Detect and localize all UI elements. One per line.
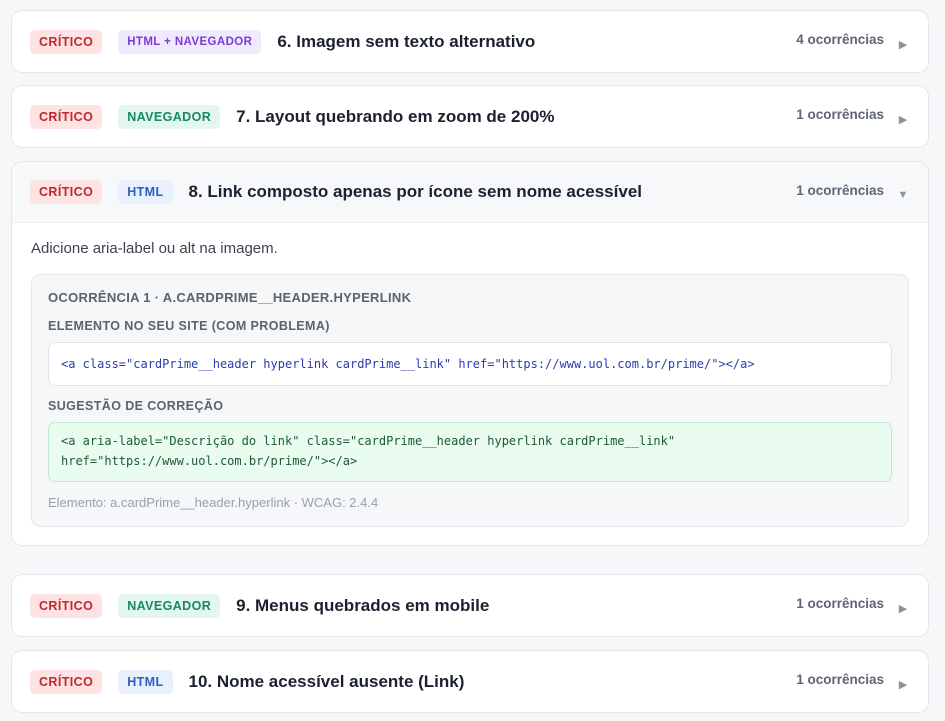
issue-header-9[interactable]: CRÍTICO NAVEGADOR 9. Menus quebrados em … <box>12 575 928 636</box>
chevron-right-icon[interactable]: ▶ <box>896 113 910 126</box>
occurrence-count: 1 ocorrências <box>796 596 884 611</box>
chevron-down-icon[interactable]: ▼ <box>896 189 910 201</box>
issue-description: Adicione aria-label ou alt na imagem. <box>31 240 278 257</box>
issue-header-8[interactable]: CRÍTICO HTML 8. Link composto apenas por… <box>12 162 928 223</box>
occurrence-count: 4 ocorrências <box>796 32 884 47</box>
fix-code-block: <a aria-label="Descrição do link" class=… <box>48 422 892 482</box>
issue-card-10: CRÍTICO HTML 10. Nome acessível ausente … <box>11 650 929 713</box>
occurrence-title: OCORRÊNCIA 1 · A.CARDPRIME__HEADER.HYPER… <box>48 290 412 305</box>
severity-badge: CRÍTICO <box>30 104 103 129</box>
issue-card-9: CRÍTICO NAVEGADOR 9. Menus quebrados em … <box>11 574 929 637</box>
fix-section-label: SUGESTÃO DE CORREÇÃO <box>48 399 224 413</box>
fix-code-line-2: href="https://www.uol.com.br/prime/"></a… <box>61 454 358 468</box>
chevron-right-icon[interactable]: ▶ <box>896 678 910 691</box>
severity-badge: CRÍTICO <box>30 669 103 694</box>
issue-title: 8. Link composto apenas por ícone sem no… <box>188 182 643 201</box>
occurrence-count: 1 ocorrências <box>796 182 884 198</box>
chevron-right-icon[interactable]: ▶ <box>896 602 910 615</box>
issue-header-6[interactable]: CRÍTICO HTML + NAVEGADOR 6. Imagem sem t… <box>12 11 928 72</box>
issue-card-8: CRÍTICO HTML 8. Link composto apenas por… <box>11 161 929 546</box>
severity-badge: CRÍTICO <box>30 29 103 54</box>
issue-header-7[interactable]: CRÍTICO NAVEGADOR 7. Layout quebrando em… <box>12 86 928 147</box>
severity-badge: CRÍTICO <box>30 180 103 204</box>
element-code-block: <a class="cardPrime__header hyperlink ca… <box>48 342 892 386</box>
issue-title: 6. Imagem sem texto alternativo <box>277 31 536 51</box>
issue-title: 9. Menus quebrados em mobile <box>236 595 490 615</box>
issue-card-7: CRÍTICO NAVEGADOR 7. Layout quebrando em… <box>11 85 929 148</box>
occurrence-panel: OCORRÊNCIA 1 · A.CARDPRIME__HEADER.HYPER… <box>31 274 909 527</box>
category-badge: HTML + NAVEGADOR <box>118 29 262 54</box>
element-section-label: ELEMENTO NO SEU SITE (COM PROBLEMA) <box>48 319 330 333</box>
occurrence-count: 1 ocorrências <box>796 107 884 122</box>
severity-badge: CRÍTICO <box>30 593 103 618</box>
issue-title: 7. Layout quebrando em zoom de 200% <box>236 106 555 126</box>
issue-header-10[interactable]: CRÍTICO HTML 10. Nome acessível ausente … <box>12 651 928 712</box>
issue-title: 10. Nome acessível ausente (Link) <box>188 671 465 691</box>
issue-card-6: CRÍTICO HTML + NAVEGADOR 6. Imagem sem t… <box>11 10 929 73</box>
fix-code-line-1: <a aria-label="Descrição do link" class=… <box>61 434 676 448</box>
chevron-right-icon[interactable]: ▶ <box>896 38 910 51</box>
element-code: <a class="cardPrime__header hyperlink ca… <box>61 357 755 371</box>
category-badge: NAVEGADOR <box>118 104 221 129</box>
category-badge: NAVEGADOR <box>118 593 221 618</box>
issue-details: Adicione aria-label ou alt na imagem. OC… <box>12 223 928 545</box>
category-badge: HTML <box>118 669 173 694</box>
occurrence-count: 1 ocorrências <box>796 672 884 687</box>
category-badge: HTML <box>118 180 173 204</box>
occurrence-meta: Elemento: a.cardPrime__header.hyperlink … <box>48 495 379 510</box>
